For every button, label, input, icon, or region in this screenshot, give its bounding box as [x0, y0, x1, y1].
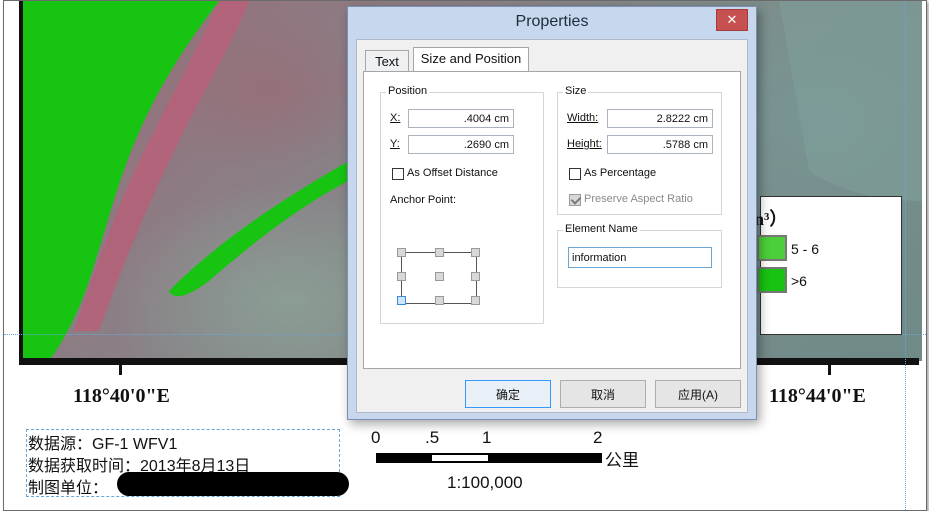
legend-swatch-5-6 [757, 235, 787, 261]
scale-tick-half: .5 [425, 428, 440, 447]
width-label: Width: [567, 112, 599, 124]
river-channel [169, 161, 352, 297]
position-group-label: Position [386, 85, 430, 97]
scale-tick-1: 1 [482, 428, 492, 447]
y-label: Y: [390, 138, 400, 150]
as-percentage-label: As Percentage [584, 167, 657, 179]
scale-tick-2: 2 [593, 428, 603, 447]
anchor-point-label: Anchor Point: [390, 194, 457, 206]
width-field[interactable]: 2.8222 cm [607, 109, 713, 128]
element-name-group-label: Element Name [563, 223, 640, 235]
legend-label-gt6: >6 [791, 273, 807, 289]
anchor-top-right[interactable] [471, 248, 480, 257]
apply-button[interactable]: 应用(A) [655, 380, 741, 408]
dialog-body: Text Size and Position Position X: .4004… [356, 39, 748, 413]
legend-title: n³） [754, 209, 788, 229]
properties-dialog: Properties ✕ Text Size and Position Posi… [347, 6, 757, 420]
cancel-button[interactable]: 取消 [560, 380, 646, 408]
x-label: X: [390, 112, 401, 124]
anchor-top-left[interactable] [397, 248, 406, 257]
anchor-bottom-left[interactable] [397, 296, 406, 305]
anchor-middle-left[interactable] [397, 272, 406, 281]
anchor-bottom-center[interactable] [435, 296, 444, 305]
size-group-label: Size [563, 85, 589, 97]
anchor-top-center[interactable] [435, 248, 444, 257]
element-name-group: information [557, 230, 722, 288]
tab-pane-size-and-position: Position X: .4004 cm Y: .2690 cm As Offs… [363, 71, 741, 369]
dialog-title: Properties [515, 13, 589, 30]
element-name-field[interactable]: information [568, 247, 712, 268]
legend-label-5-6: 5 - 6 [791, 241, 820, 257]
as-percentage-checkbox[interactable] [569, 168, 581, 180]
scale-unit: 公里 [605, 451, 639, 470]
anchor-center[interactable] [435, 272, 444, 281]
scale-ratio[interactable]: 1:100,000 [447, 473, 523, 493]
offset-distance-checkbox[interactable] [392, 168, 404, 180]
anchor-point-grid [397, 248, 480, 305]
coord-tick-right [828, 365, 831, 375]
preserve-aspect-label: Preserve Aspect Ratio [584, 193, 693, 205]
water-area-left [19, 1, 219, 361]
tab-text[interactable]: Text [365, 50, 409, 72]
y-field[interactable]: .2690 cm [408, 135, 514, 154]
coord-tick-left [119, 365, 122, 375]
preserve-aspect-checkbox[interactable] [569, 194, 581, 206]
urban-area [779, 1, 922, 201]
tab-size-and-position[interactable]: Size and Position [413, 47, 529, 72]
x-field[interactable]: .4004 cm [408, 109, 514, 128]
redaction-mark [117, 472, 349, 496]
anchor-bottom-right[interactable] [471, 296, 480, 305]
anchor-middle-right[interactable] [471, 272, 480, 281]
offset-distance-label: As Offset Distance [407, 167, 498, 179]
legend-swatch-gt6 [757, 267, 787, 293]
height-label: Height: [567, 138, 602, 150]
coord-label-right: 118°44'0"E [769, 385, 866, 407]
ok-button[interactable]: 确定 [465, 380, 551, 408]
map-frame-left [19, 1, 23, 361]
element-name-field-wrap: information [566, 245, 716, 271]
close-icon[interactable]: ✕ [716, 9, 748, 31]
info-line-unit: 制图单位： [28, 480, 109, 497]
scale-tick-0: 0 [371, 428, 381, 447]
height-field[interactable]: .5788 cm [607, 135, 713, 154]
scale-bar-segment [432, 455, 488, 461]
guide-line-vertical [905, 1, 906, 510]
info-line-source: 数据源：GF-1 WFV1 [28, 436, 178, 453]
scale-bar[interactable] [376, 453, 602, 463]
coord-label-left: 118°40'0"E [73, 385, 170, 407]
